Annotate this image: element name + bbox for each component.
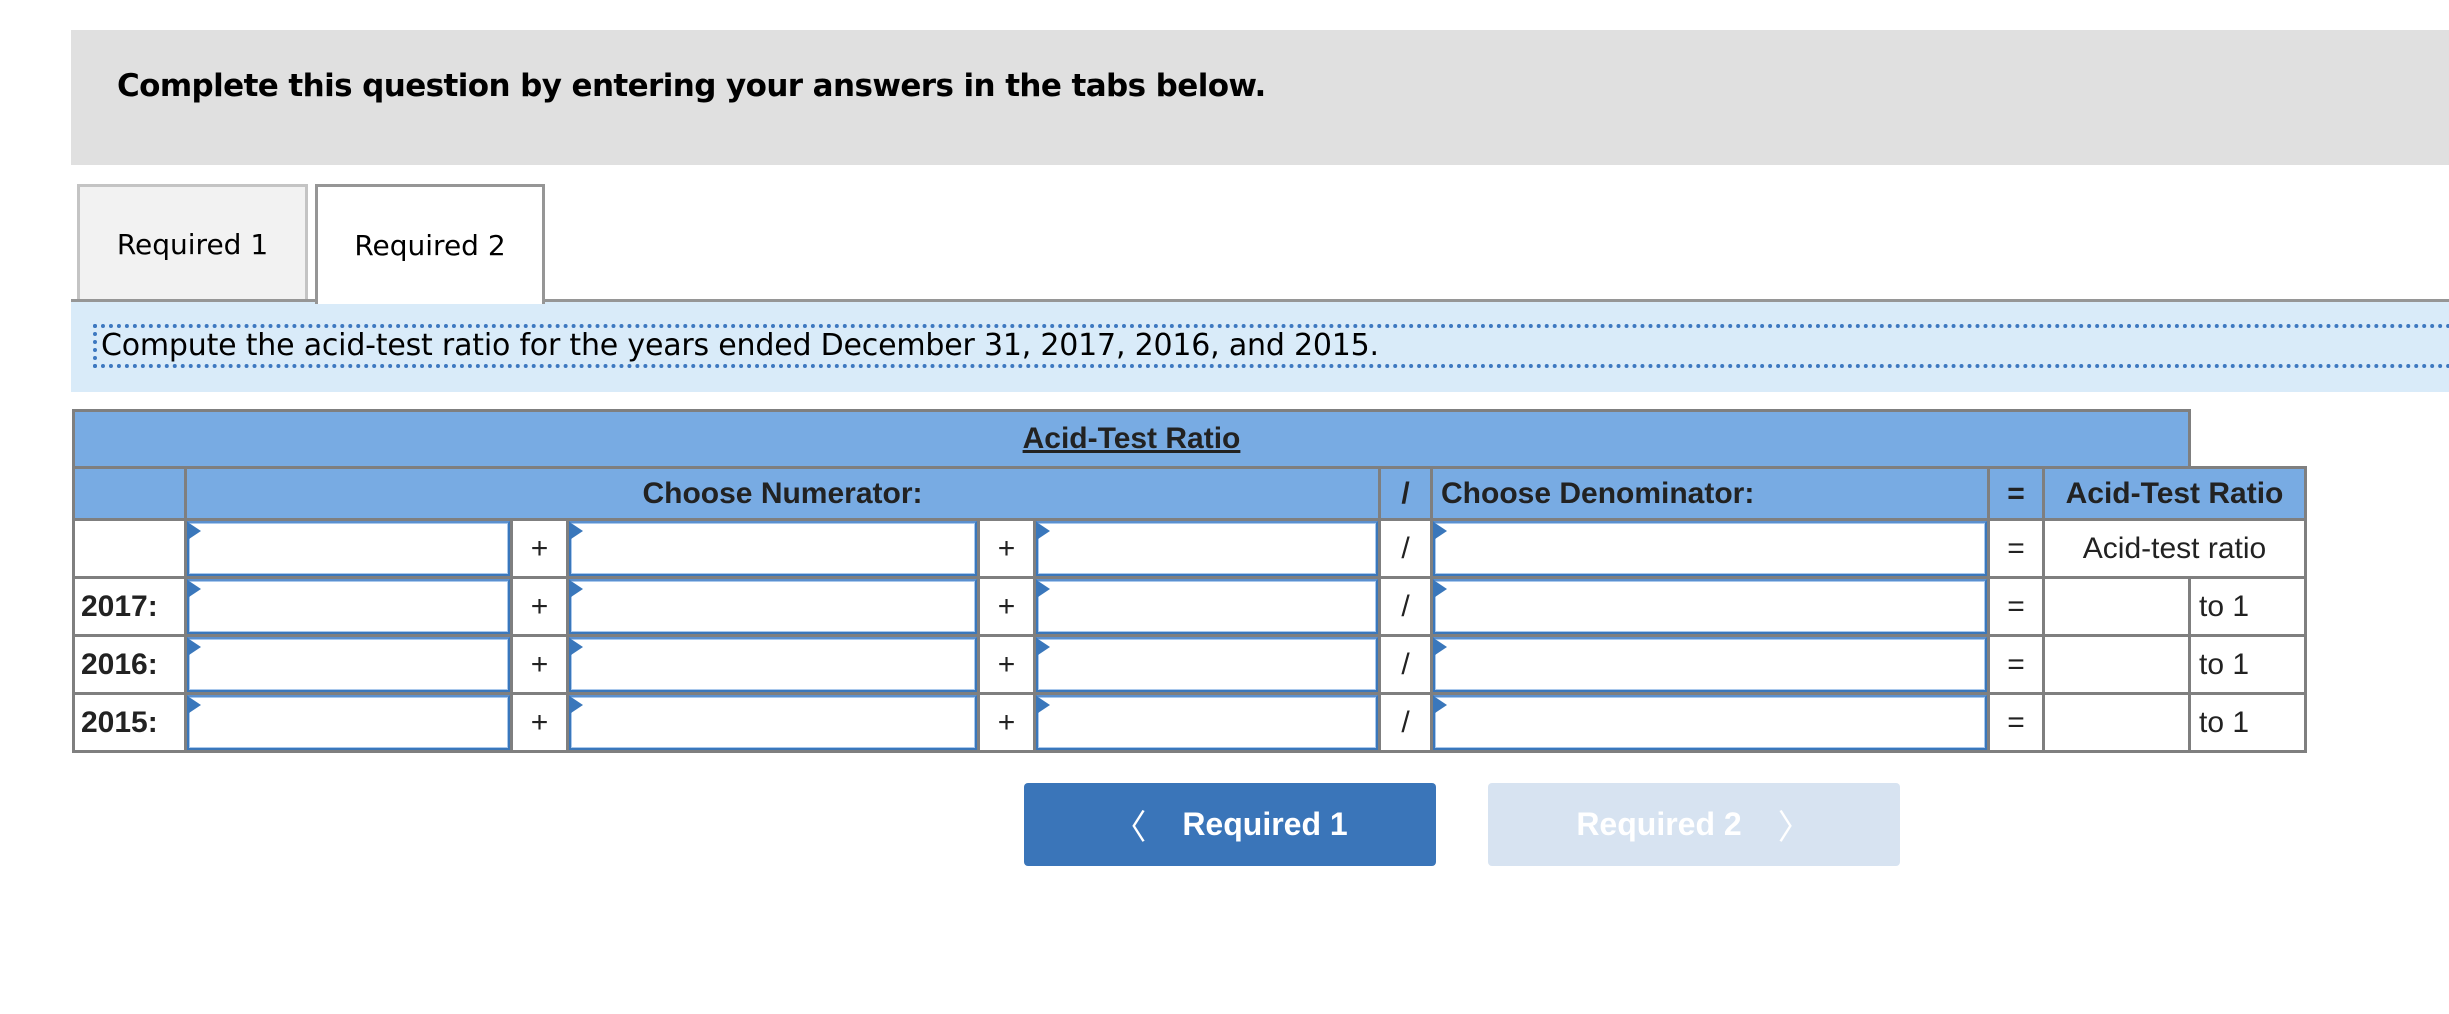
plus-sign: + xyxy=(977,692,1036,753)
header-divide: / xyxy=(1378,466,1433,521)
plus-sign: + xyxy=(510,576,569,637)
dropdown-input[interactable] xyxy=(1036,521,1378,576)
plus-sign: + xyxy=(977,518,1036,579)
equals-sign: = xyxy=(1987,634,2045,695)
equals-sign: = xyxy=(1987,576,2045,637)
prompt-text: Compute the acid-test ratio for the year… xyxy=(93,324,2449,368)
result-label: Acid-test ratio xyxy=(2042,518,2307,579)
numerator-3-dropdown[interactable] xyxy=(1033,576,1381,637)
acid-test-table: Acid-Test Ratio Choose Numerator: / Choo… xyxy=(72,409,2307,753)
dropdown-input[interactable] xyxy=(569,637,977,692)
dropdown-input[interactable] xyxy=(1036,579,1378,634)
dropdown-input[interactable] xyxy=(187,579,510,634)
dropdown-input[interactable] xyxy=(1433,637,1987,692)
numerator-2-dropdown[interactable] xyxy=(566,634,980,695)
next-button-label: Required 2 xyxy=(1576,806,1742,842)
numerator-3-dropdown[interactable] xyxy=(1033,692,1381,753)
numerator-1-dropdown[interactable] xyxy=(184,576,513,637)
divide-sign: / xyxy=(1378,634,1433,695)
tab-label: Required 1 xyxy=(116,227,269,261)
prompt-band: Compute the acid-test ratio for the year… xyxy=(71,302,2449,392)
prev-button-label: Required 1 xyxy=(1182,806,1348,842)
denominator-dropdown[interactable] xyxy=(1430,634,1990,695)
tab-required-1[interactable]: Required 1 xyxy=(77,184,308,301)
table-row-labels: + + / = Acid-test ratio xyxy=(72,518,2307,579)
header-result: Acid-Test Ratio xyxy=(2042,466,2307,521)
dropdown-input[interactable] xyxy=(187,637,510,692)
denominator-dropdown[interactable] xyxy=(1430,692,1990,753)
numerator-1-dropdown[interactable] xyxy=(184,692,513,753)
tab-required-2[interactable]: Required 2 xyxy=(315,184,545,304)
plus-sign: + xyxy=(510,692,569,753)
instructions-title: Complete this question by entering your … xyxy=(117,68,1266,104)
dropdown-input[interactable] xyxy=(1036,637,1378,692)
chevron-right-icon: 〉 xyxy=(1777,809,1812,847)
year-label: 2016: xyxy=(72,634,187,695)
dropdown-input[interactable] xyxy=(187,521,510,576)
numerator-2-dropdown[interactable] xyxy=(566,518,980,579)
numerator-2-dropdown[interactable] xyxy=(566,692,980,753)
table-title: Acid-Test Ratio xyxy=(72,409,2191,469)
denominator-dropdown[interactable] xyxy=(1430,576,1990,637)
numerator-1-dropdown[interactable] xyxy=(184,518,513,579)
header-year-blank xyxy=(72,466,187,521)
plus-sign: + xyxy=(977,576,1036,637)
next-required-2-button: Required 2 〉 xyxy=(1488,783,1900,866)
equals-sign: = xyxy=(1987,518,2045,579)
numerator-3-dropdown[interactable] xyxy=(1033,634,1381,695)
table-row-2016: 2016: + + / = to 1 xyxy=(72,634,2307,695)
plus-sign: + xyxy=(510,634,569,695)
dropdown-input[interactable] xyxy=(1036,695,1378,750)
numerator-2-dropdown[interactable] xyxy=(566,576,980,637)
header-denominator: Choose Denominator: xyxy=(1430,466,1990,521)
ratio-input[interactable] xyxy=(2042,634,2191,695)
header-equals: = xyxy=(1987,466,2045,521)
divide-sign: / xyxy=(1378,518,1433,579)
dropdown-input[interactable] xyxy=(1433,521,1987,576)
denominator-dropdown[interactable] xyxy=(1430,518,1990,579)
equals-sign: = xyxy=(1987,692,2045,753)
prev-required-1-button[interactable]: 〈 Required 1 xyxy=(1024,783,1436,866)
plus-sign: + xyxy=(977,634,1036,695)
plus-sign: + xyxy=(510,518,569,579)
ratio-input[interactable] xyxy=(2042,576,2191,637)
dropdown-input[interactable] xyxy=(569,521,977,576)
ratio-suffix: to 1 xyxy=(2188,576,2307,637)
year-label: 2017: xyxy=(72,576,187,637)
numerator-1-dropdown[interactable] xyxy=(184,634,513,695)
dropdown-input[interactable] xyxy=(187,695,510,750)
year-label: 2015: xyxy=(72,692,187,753)
chevron-left-icon: 〈 xyxy=(1112,809,1147,847)
ratio-input[interactable] xyxy=(2042,692,2191,753)
divide-sign: / xyxy=(1378,576,1433,637)
divide-sign: / xyxy=(1378,692,1433,753)
dropdown-input[interactable] xyxy=(569,579,977,634)
numerator-3-dropdown[interactable] xyxy=(1033,518,1381,579)
dropdown-input[interactable] xyxy=(1433,695,1987,750)
instructions-panel: Complete this question by entering your … xyxy=(71,30,2449,165)
year-cell xyxy=(72,518,187,579)
dropdown-input[interactable] xyxy=(1433,579,1987,634)
ratio-suffix: to 1 xyxy=(2188,692,2307,753)
header-numerator: Choose Numerator: xyxy=(184,466,1381,521)
ratio-suffix: to 1 xyxy=(2188,634,2307,695)
table-row-2015: 2015: + + / = to 1 xyxy=(72,692,2307,753)
dropdown-input[interactable] xyxy=(569,695,977,750)
table-row-2017: 2017: + + / = to 1 xyxy=(72,576,2307,637)
tab-label: Required 2 xyxy=(354,229,506,262)
